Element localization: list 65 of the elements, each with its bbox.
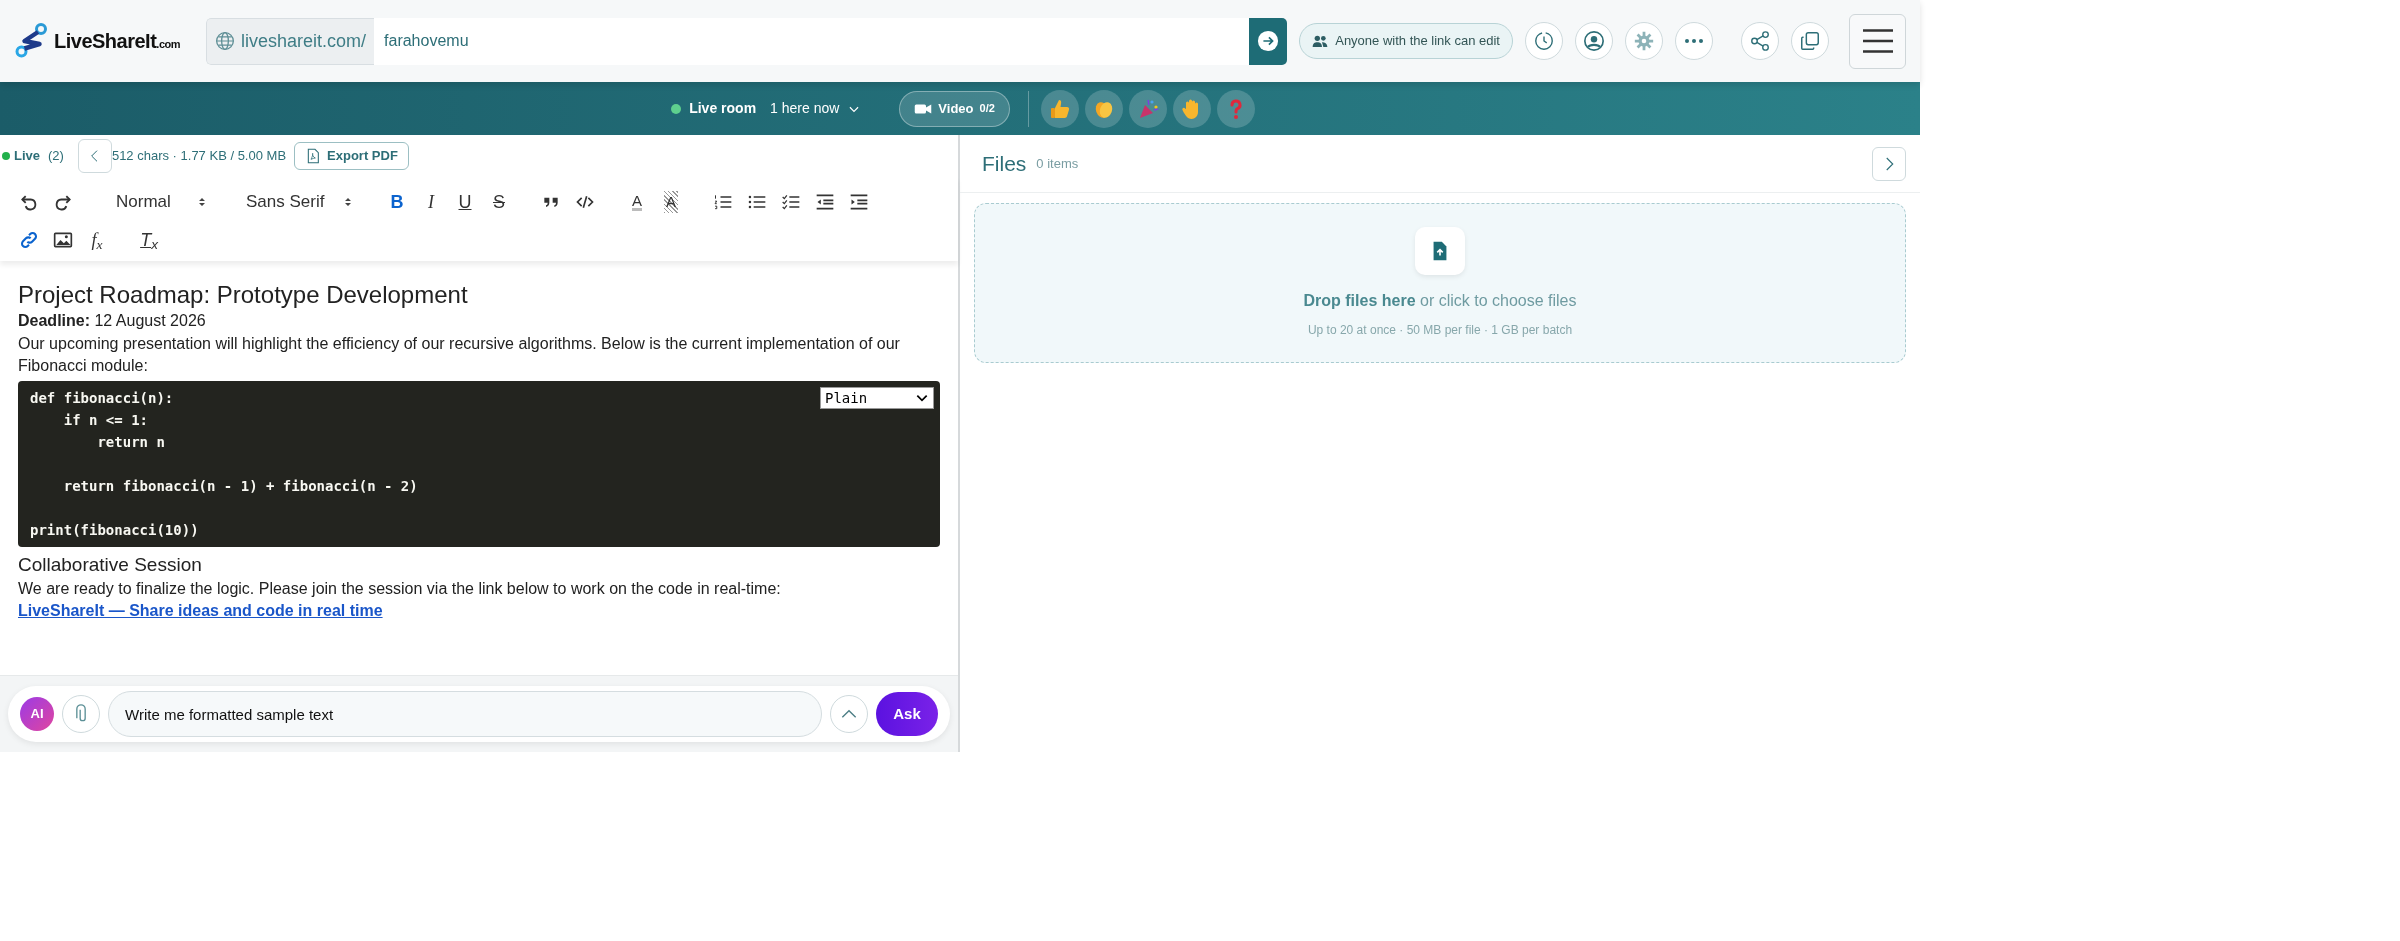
globe-icon <box>215 31 235 51</box>
italic-button[interactable]: I <box>414 187 448 217</box>
image-icon <box>53 230 73 250</box>
more-button[interactable] <box>1675 22 1713 60</box>
background-button[interactable]: A <box>654 187 688 217</box>
live-label: Live <box>14 147 40 166</box>
menu-button[interactable] <box>1849 13 1906 69</box>
ordered-list-icon <box>713 192 733 212</box>
copy-button[interactable] <box>1791 22 1829 60</box>
url-prefix: liveshareit.com/ <box>206 17 375 65</box>
raised-hand-button[interactable] <box>1172 89 1211 128</box>
ask-button[interactable]: Ask <box>876 692 938 736</box>
profile-button[interactable] <box>1575 22 1613 60</box>
paragraph: Our upcoming presentation will highlight the efficiency of our recursive algorithms. Below is the current implementation of our Fibonacci module: <box>18 333 901 376</box>
underline-button[interactable]: U <box>448 187 482 217</box>
export-pdf-button[interactable]: Export PDF <box>294 142 409 170</box>
drop-instructions: Drop files here or click to choose files <box>1303 291 1577 311</box>
history-button[interactable] <box>1525 22 1563 60</box>
file-count: 0 items <box>1036 154 1079 173</box>
people-icon <box>1312 33 1329 49</box>
go-button[interactable] <box>1249 17 1288 65</box>
code-text: def fibonacci(n): if n <= 1: return n return fibonacci(n - 1) + fibonacci(n - 2) print(fibonacci(10)) <box>30 389 418 541</box>
viewer-count: (2) <box>48 147 64 166</box>
video-button[interactable]: Video 0/2 <box>899 90 1010 127</box>
drop-zone[interactable]: Drop files here or click to choose files Up to 20 at once · 50 MB per file · 1 GB per batch <box>974 203 1906 363</box>
clean-button[interactable]: T$_{x}$ <box>132 225 166 255</box>
paragraph: We are ready to finalize the logic. Please join the session via the link below to work on the code in real-time: <box>18 579 782 600</box>
status-dot <box>671 103 682 114</box>
document-title: Project Roadmap: Prototype Development <box>18 280 469 310</box>
thumbs-up-button[interactable] <box>1040 89 1079 128</box>
outdent-icon <box>815 192 835 212</box>
section-heading: Collaborative Session <box>18 553 203 578</box>
color-button[interactable]: A <box>620 187 654 217</box>
format-select[interactable]: Normal <box>98 189 216 215</box>
paragraph: Deadline: 12 August 2026 <box>18 311 207 332</box>
ai-badge: AI <box>20 697 54 731</box>
link-icon <box>19 230 39 250</box>
logo-text: LiveShareIt.com <box>54 29 180 54</box>
prompt-field[interactable]: Write me formatted sample text <box>108 691 822 737</box>
clapping-hands-button[interactable] <box>1084 89 1123 128</box>
format-select[interactable]: Sans Serif <box>234 189 362 215</box>
settings-icon <box>1633 30 1655 52</box>
upload-limits: Up to 20 at once · 50 MB per file · 1 GB per batch <box>1307 322 1573 339</box>
indent-icon <box>849 192 869 212</box>
files-title: Files <box>982 150 1027 177</box>
language-select[interactable]: Plain <box>820 387 934 410</box>
arrow-right-icon <box>1257 30 1280 52</box>
share-button[interactable] <box>1741 22 1779 60</box>
history-icon <box>1533 30 1555 52</box>
live-room-button[interactable]: Live room 1 here now <box>665 97 868 120</box>
more-icon <box>1685 39 1703 43</box>
pdf-file-icon <box>305 148 322 164</box>
profile-icon <box>1583 30 1605 52</box>
access-button[interactable]: Anyone with the link can edit <box>1299 23 1513 59</box>
link[interactable]: LiveShareIt — Share ideas and code in real time <box>18 602 383 620</box>
share-icon <box>1749 30 1771 52</box>
strike-button[interactable]: S <box>482 187 516 217</box>
document-stats: 512 chars · 1.77 KB / 5.00 MB <box>111 147 287 166</box>
bold-button[interactable]: B <box>380 187 414 217</box>
url-field[interactable]: farahovemu <box>374 17 1250 65</box>
attach-button[interactable] <box>62 695 100 733</box>
copy-icon <box>1799 30 1821 52</box>
task-list-icon <box>781 192 801 212</box>
logo-icon <box>14 23 50 59</box>
formula-button[interactable]: f$_{x}$ <box>80 225 114 255</box>
